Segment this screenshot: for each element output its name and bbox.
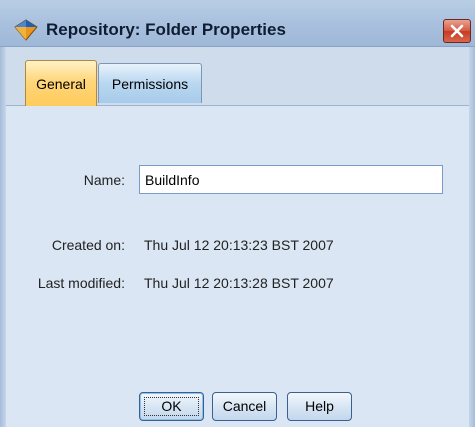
close-icon	[450, 24, 464, 38]
tab-general[interactable]: General	[25, 60, 97, 106]
help-button[interactable]: Help	[287, 392, 352, 421]
ok-button[interactable]: OK	[139, 392, 204, 421]
help-button-label: Help	[305, 398, 334, 414]
tab-general-label: General	[36, 76, 86, 92]
last-modified-value: Thu Jul 12 20:13:28 BST 2007	[144, 275, 334, 291]
created-on-label: Created on:	[51, 237, 125, 253]
cancel-button[interactable]: Cancel	[212, 392, 277, 421]
dialog-title: Repository: Folder Properties	[46, 20, 286, 39]
window-frame-right	[469, 47, 475, 427]
last-modified-label: Last modified:	[37, 275, 125, 291]
tab-permissions[interactable]: Permissions	[98, 63, 202, 103]
focus-rectangle	[144, 397, 199, 416]
tab-permissions-label: Permissions	[111, 76, 189, 92]
folder-properties-dialog: Repository: Folder Properties General Pe…	[0, 0, 475, 427]
name-field[interactable]	[139, 165, 443, 194]
repository-diamond-icon	[14, 19, 38, 41]
close-button[interactable]	[443, 19, 471, 43]
cancel-button-label: Cancel	[222, 398, 267, 414]
general-tab-panel	[6, 105, 469, 427]
created-on-value: Thu Jul 12 20:13:23 BST 2007	[144, 237, 334, 253]
title-bar[interactable]: Repository: Folder Properties	[0, 0, 475, 47]
name-label: Name:	[83, 172, 125, 188]
